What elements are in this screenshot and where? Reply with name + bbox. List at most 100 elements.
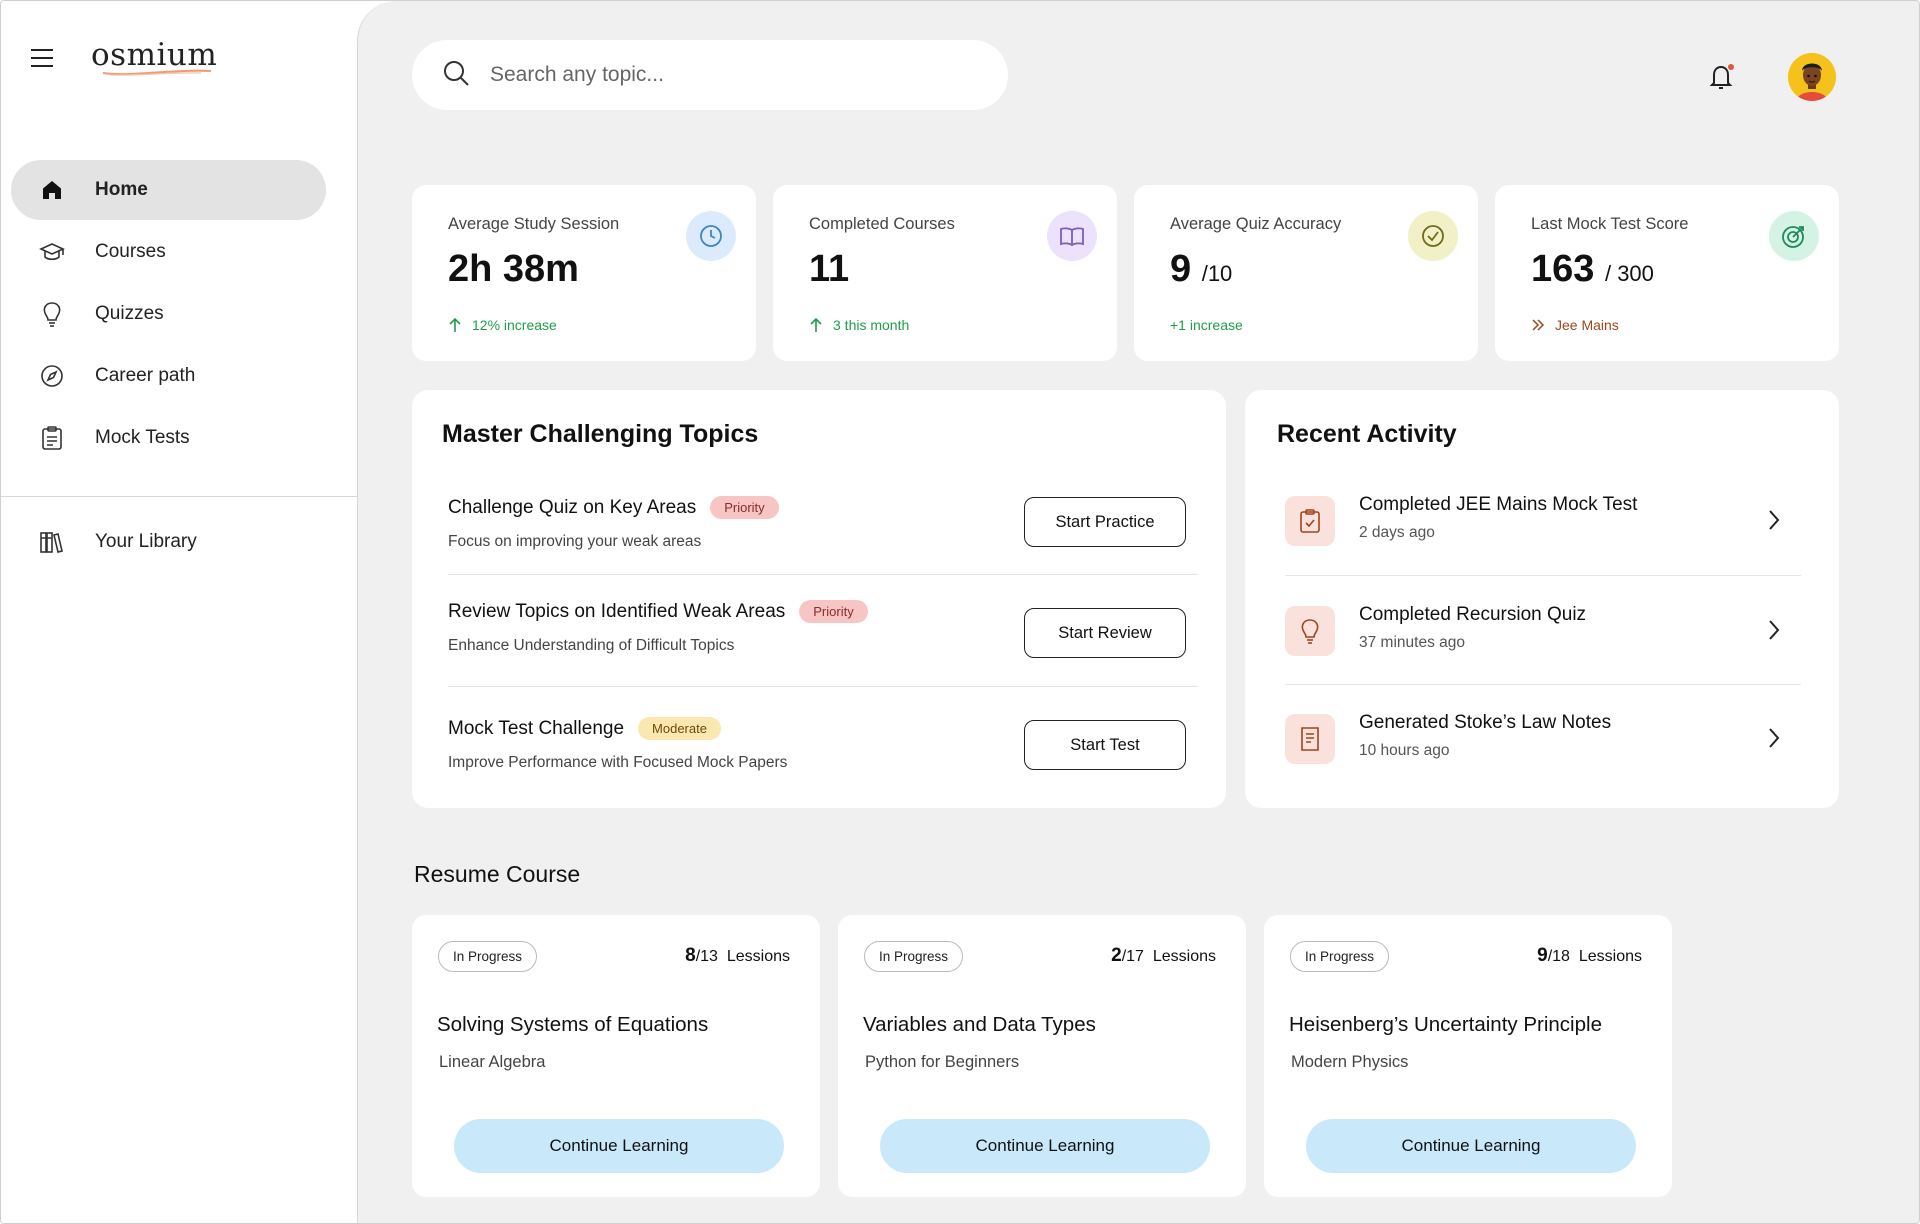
lesson-progress: 8/13 Lessions (685, 945, 790, 966)
continue-learning-button[interactable]: Continue Learning (880, 1119, 1210, 1173)
stat-label: Average Quiz Accuracy (1170, 215, 1342, 233)
logo-swoosh-icon (102, 69, 212, 76)
activity-time: 2 days ago (1359, 524, 1435, 541)
start-review-button[interactable]: Start Review (1024, 608, 1186, 658)
course-card: In Progress 8/13 Lessions Solving System… (412, 915, 820, 1197)
menu-icon[interactable] (31, 49, 55, 69)
course-category: Modern Physics (1291, 1053, 1409, 1071)
sidebar-item-label: Your Library (95, 531, 197, 552)
stat-card-study-session: Average Study Session 2h 38m 12% increas… (412, 185, 756, 361)
search-bar[interactable] (412, 40, 1008, 110)
moderate-badge: Moderate (638, 717, 721, 740)
activity-title: Completed Recursion Quiz (1359, 604, 1587, 625)
stat-label: Average Study Session (448, 215, 620, 233)
home-icon (39, 177, 65, 203)
stat-card-quiz-accuracy: Average Quiz Accuracy 9 /10 +1 increase (1134, 185, 1478, 361)
continue-learning-button[interactable]: Continue Learning (1306, 1119, 1636, 1173)
clock-icon (686, 211, 736, 261)
activity-time: 37 minutes ago (1359, 634, 1465, 651)
sidebar-item-your-library[interactable]: Your Library (11, 512, 326, 572)
lightbulb-icon (1285, 606, 1335, 656)
search-icon (442, 59, 470, 92)
course-name: Heisenberg’s Uncertainty Principle (1289, 1013, 1602, 1036)
clipboard-icon (39, 425, 65, 451)
start-practice-button[interactable]: Start Practice (1024, 497, 1186, 547)
stat-value: 9 /10 (1170, 248, 1233, 290)
topic-title: Challenge Quiz on Key Areas (448, 496, 697, 518)
double-chevron-right-icon (1532, 319, 1545, 331)
continue-learning-button[interactable]: Continue Learning (454, 1119, 784, 1173)
sidebar-secondary-nav: Your Library (11, 512, 326, 574)
divider (448, 686, 1198, 687)
stat-value: 163 / 300 (1531, 248, 1654, 290)
sidebar-item-label: Courses (95, 241, 166, 262)
sidebar-divider (1, 496, 357, 497)
priority-badge: Priority (710, 496, 779, 519)
stat-foot: +1 increase (1170, 317, 1243, 333)
chevron-right-icon (1769, 620, 1780, 640)
main-content: Average Study Session 2h 38m 12% increas… (357, 1, 1919, 1223)
lesson-progress: 2/17 Lessions (1111, 945, 1216, 966)
notes-icon (1285, 714, 1335, 764)
divider (448, 574, 1198, 575)
sidebar-item-career-path[interactable]: Career path (11, 346, 326, 406)
course-name: Solving Systems of Equations (437, 1013, 709, 1036)
topic-title: Mock Test Challenge (448, 717, 625, 739)
sidebar-item-label: Career path (95, 365, 196, 386)
arrow-up-icon (449, 317, 461, 332)
sidebar-item-mock-tests[interactable]: Mock Tests (11, 408, 326, 468)
status-badge: In Progress (864, 941, 964, 972)
chevron-right-icon (1769, 728, 1780, 748)
activity-item[interactable]: Generated Stoke’s Law Notes 10 hours ago (1285, 712, 1801, 802)
divider (1285, 684, 1801, 685)
stat-foot: 3 this month (809, 317, 909, 333)
chevron-right-icon (1769, 510, 1780, 530)
library-icon (39, 529, 65, 555)
sidebar-item-label: Home (95, 179, 148, 200)
course-name: Variables and Data Types (863, 1013, 1096, 1036)
activity-item[interactable]: Completed Recursion Quiz 37 minutes ago (1285, 604, 1801, 694)
stat-card-mock-test-score: Last Mock Test Score 163 / 300 Jee Mains (1495, 185, 1839, 361)
topics-title: Master Challenging Topics (442, 420, 759, 448)
topics-panel: Master Challenging Topics Challenge Quiz… (412, 390, 1226, 808)
status-badge: In Progress (438, 941, 538, 972)
resume-course-title: Resume Course (414, 861, 581, 887)
book-icon (1047, 211, 1097, 261)
sidebar-nav: Home Courses Quizzes Career path Mock Te… (11, 160, 326, 470)
priority-badge: Priority (799, 600, 868, 623)
stat-label: Last Mock Test Score (1531, 215, 1689, 233)
recent-activity-panel: Recent Activity Completed JEE Mains Mock… (1245, 390, 1839, 808)
sidebar-item-home[interactable]: Home (11, 160, 326, 220)
lightbulb-icon (39, 301, 65, 327)
course-card: In Progress 2/17 Lessions Variables and … (838, 915, 1246, 1197)
course-card: In Progress 9/18 Lessions Heisenberg’s U… (1264, 915, 1672, 1197)
target-icon (1769, 211, 1819, 261)
avatar[interactable] (1788, 53, 1836, 101)
arrow-up-icon (810, 317, 822, 332)
course-category: Python for Beginners (865, 1053, 1020, 1071)
stat-foot: Jee Mains (1531, 317, 1619, 333)
start-test-button[interactable]: Start Test (1024, 720, 1186, 770)
sidebar-item-courses[interactable]: Courses (11, 222, 326, 282)
activity-item[interactable]: Completed JEE Mains Mock Test 2 days ago (1285, 494, 1801, 584)
compass-icon (39, 363, 65, 389)
stat-foot: 12% increase (448, 317, 557, 333)
status-badge: In Progress (1290, 941, 1390, 972)
activity-title: Completed JEE Mains Mock Test (1359, 494, 1638, 515)
activity-title: Generated Stoke’s Law Notes (1359, 712, 1612, 733)
recent-activity-title: Recent Activity (1277, 420, 1457, 448)
sidebar: osmium Home Courses Quizzes Career path … (1, 1, 357, 1223)
lesson-progress: 9/18 Lessions (1537, 945, 1642, 966)
sidebar-item-label: Mock Tests (95, 427, 190, 448)
stat-value: 2h 38m (448, 248, 579, 290)
sidebar-item-label: Quizzes (95, 303, 164, 324)
stat-card-completed-courses: Completed Courses 11 3 this month (773, 185, 1117, 361)
search-input[interactable] (490, 63, 940, 87)
sidebar-item-quizzes[interactable]: Quizzes (11, 284, 326, 344)
stat-value: 11 (809, 248, 850, 290)
divider (1285, 575, 1801, 576)
app-window: osmium Home Courses Quizzes Career path … (0, 0, 1920, 1224)
graduation-cap-icon (39, 239, 65, 265)
stat-label: Completed Courses (809, 215, 955, 233)
notification-bell-icon[interactable] (1706, 61, 1738, 93)
